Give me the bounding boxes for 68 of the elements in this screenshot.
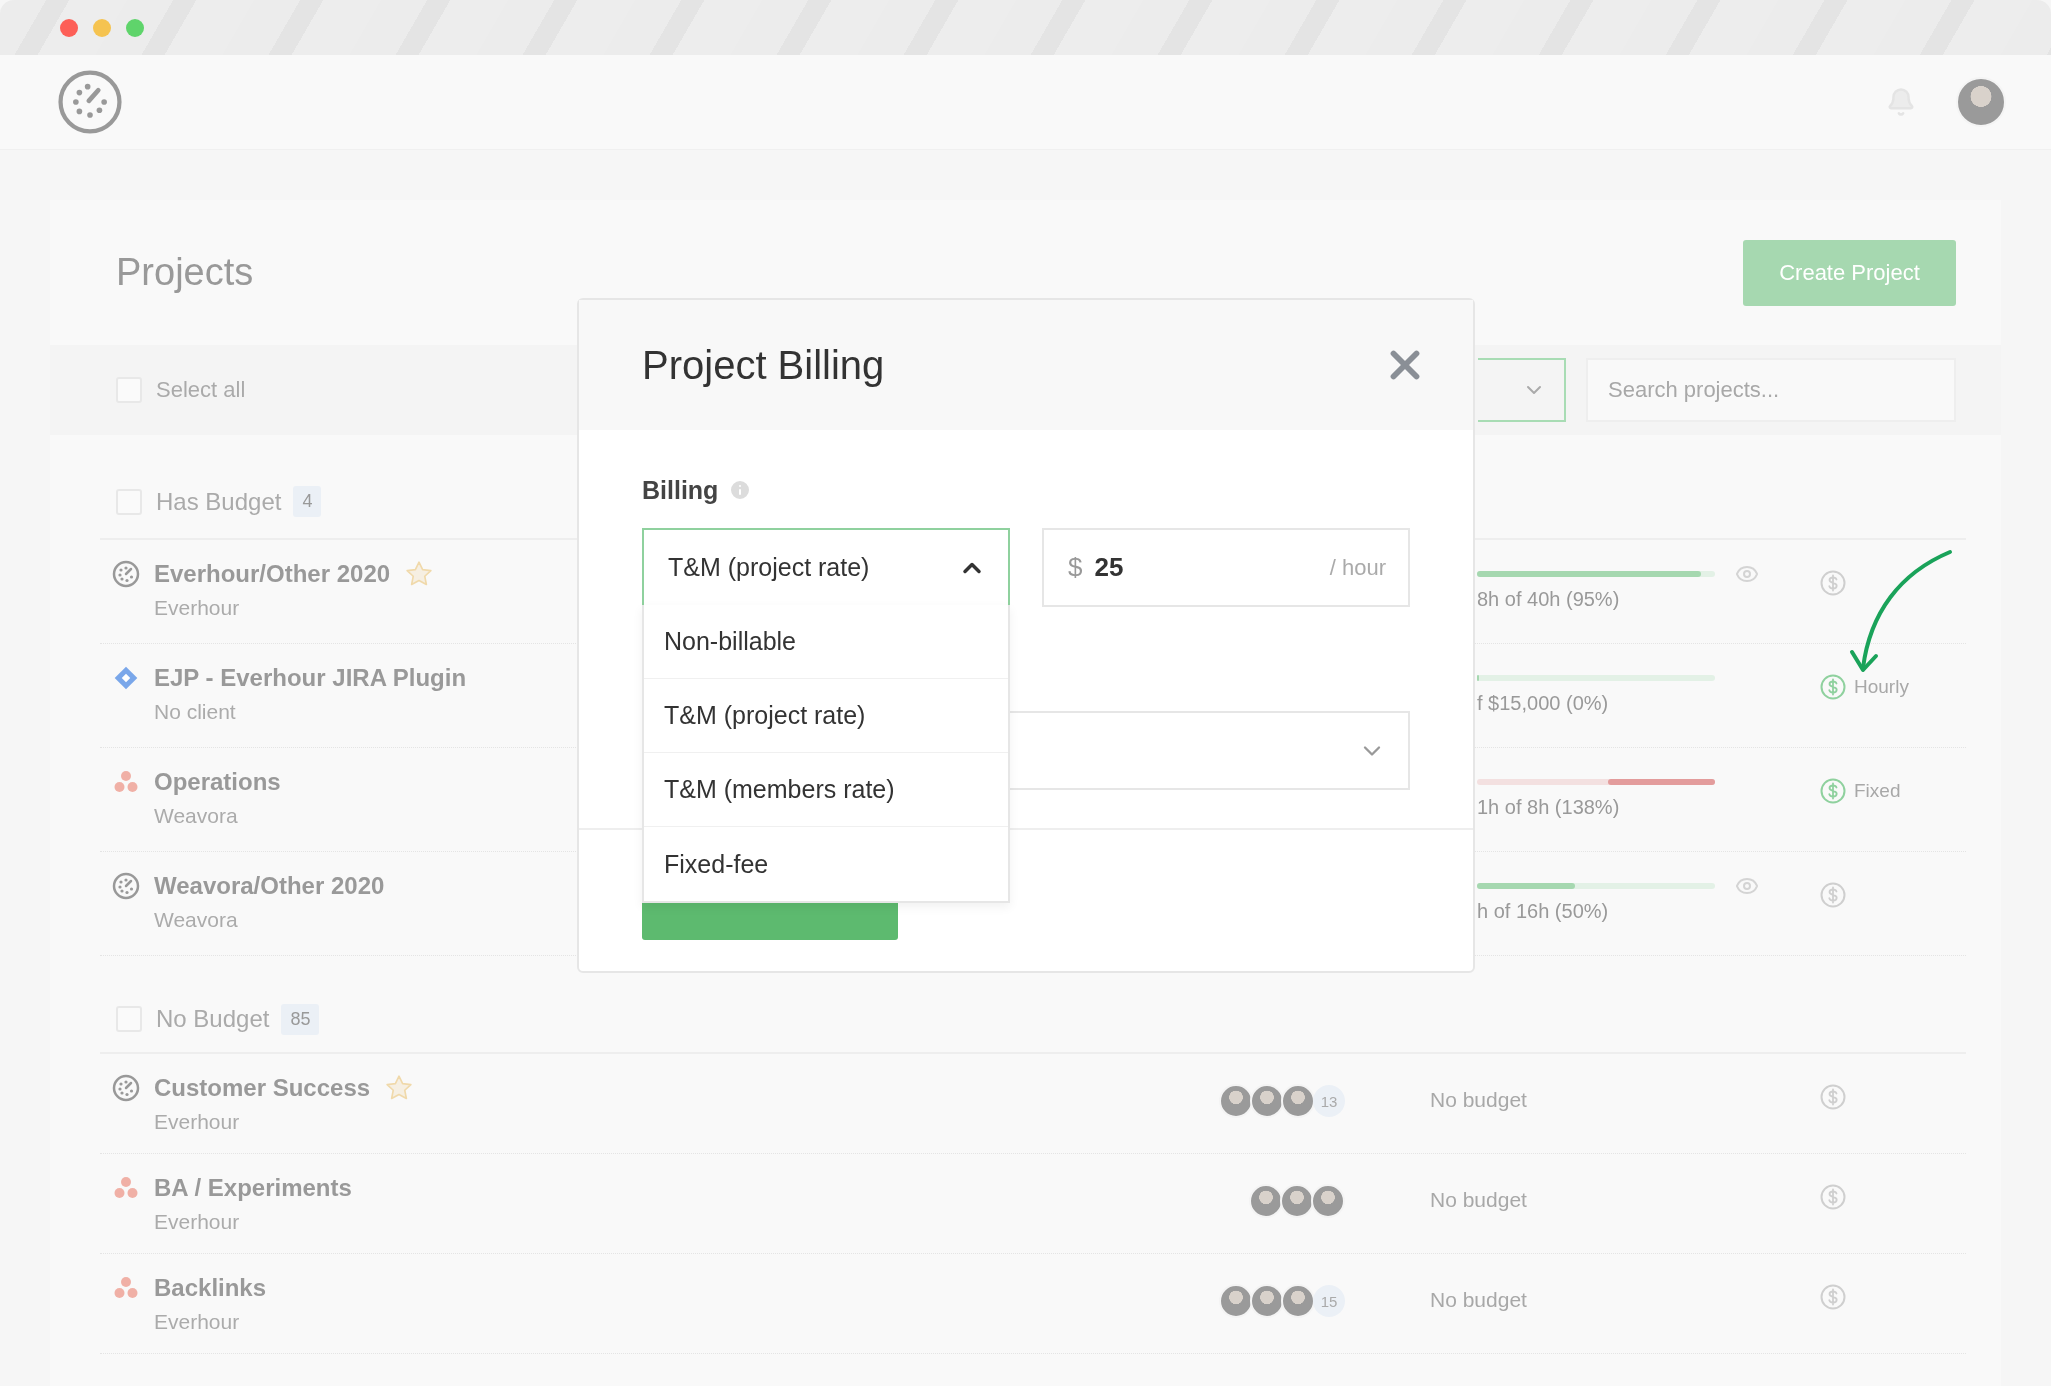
avatar — [1250, 1084, 1284, 1118]
project-name[interactable]: Customer Success — [154, 1074, 371, 1102]
client-name: No client — [154, 700, 236, 724]
window-control[interactable] — [126, 18, 144, 37]
budget-text: h of 16h (50%) — [1477, 900, 1610, 923]
member-count: 15 — [1313, 1285, 1345, 1317]
budget-text: No budget — [1430, 1287, 1528, 1312]
budget-text: No budget — [1430, 1187, 1528, 1212]
rate-field[interactable]: $ 25 / hour — [1042, 528, 1410, 607]
dialog-title: Project Billing — [642, 342, 885, 388]
filter-dropdown[interactable] — [1478, 358, 1566, 422]
client-name: Everhour — [154, 1210, 240, 1234]
currency-symbol: $ — [1068, 552, 1083, 583]
budget-text: No budget — [1430, 1087, 1528, 1112]
search-field[interactable]: Search projects... — [1586, 358, 1956, 422]
gauge-icon — [112, 1074, 140, 1102]
dollar-icon[interactable] — [1820, 1284, 1846, 1310]
avatar — [1250, 1284, 1284, 1318]
billing-type: Fixed — [1854, 780, 1901, 802]
billing-select[interactable]: T&M (project rate) — [642, 528, 1010, 607]
window-control[interactable] — [60, 18, 78, 37]
count-badge: 4 — [293, 486, 322, 517]
project-name[interactable]: EJP - Everhour JIRA Plugin — [154, 664, 467, 692]
avatar — [1281, 1284, 1315, 1318]
project-name[interactable]: Backlinks — [154, 1274, 267, 1302]
dollar-icon[interactable] — [1820, 778, 1846, 804]
project-name[interactable]: Everhour/Other 2020 — [154, 560, 391, 588]
dollar-icon[interactable] — [1820, 570, 1846, 596]
avatar — [1219, 1284, 1253, 1318]
create-project-button[interactable]: Create Project — [1743, 239, 1956, 306]
client-name: Everhour — [154, 1110, 240, 1134]
avatar — [1281, 1084, 1315, 1118]
project-name[interactable]: BA / Experiments — [154, 1174, 352, 1202]
dollar-icon[interactable] — [1820, 882, 1846, 908]
member-count: 13 — [1313, 1085, 1345, 1117]
avatar — [1219, 1084, 1253, 1118]
client-name: Everhour — [154, 596, 240, 620]
select-all-label[interactable]: Select all — [156, 377, 246, 403]
dollar-icon[interactable] — [1820, 1084, 1846, 1110]
dropdown-option[interactable]: Fixed-fee — [644, 827, 1008, 901]
billing-type: Hourly — [1854, 676, 1909, 698]
dropdown-option[interactable]: T&M (members rate) — [644, 753, 1008, 827]
window-control[interactable] — [93, 18, 111, 37]
gauge-logo-icon[interactable] — [57, 69, 123, 135]
client-name: Everhour — [154, 1310, 240, 1334]
project-name[interactable]: Operations — [154, 768, 281, 796]
avatar — [1249, 1184, 1283, 1218]
dollar-icon[interactable] — [1820, 1184, 1846, 1210]
field-label: Billing — [642, 475, 719, 505]
rate-unit: / hour — [1329, 554, 1386, 581]
gauge-icon — [112, 872, 140, 900]
group-label: No Budget — [156, 1005, 270, 1033]
client-name: Weavora — [154, 804, 238, 828]
dollar-icon[interactable] — [1820, 674, 1846, 700]
budget-text: f $15,000 (0%) — [1477, 692, 1610, 715]
budget-text: 8h of 40h (95%) — [1477, 588, 1621, 611]
rate-value: 25 — [1094, 552, 1125, 583]
project-name[interactable]: Weavora/Other 2020 — [154, 872, 385, 900]
client-name: Weavora — [154, 908, 238, 932]
group-label: Has Budget — [156, 487, 282, 516]
dropdown-option[interactable]: T&M (project rate) — [644, 679, 1008, 753]
count-badge: 85 — [281, 1003, 320, 1035]
page-title: Projects — [116, 251, 254, 294]
avatar — [1311, 1184, 1345, 1218]
dropdown-option[interactable]: Non-billable — [644, 605, 1008, 679]
avatar — [1280, 1184, 1314, 1218]
budget-text: 1h of 8h (138%) — [1477, 796, 1621, 819]
gauge-icon — [112, 560, 140, 588]
